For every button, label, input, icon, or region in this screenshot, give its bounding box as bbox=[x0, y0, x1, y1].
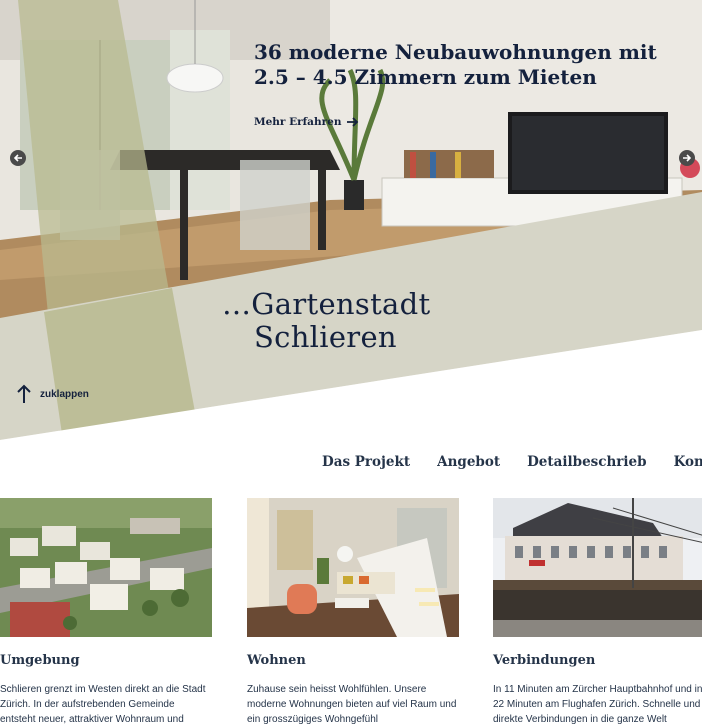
arrow-right-icon bbox=[683, 154, 692, 162]
arrow-right-icon bbox=[347, 117, 359, 127]
more-link-label: Mehr Erfahren bbox=[254, 116, 342, 128]
main-navigation: Das Projekt Angebot Detailbeschrieb Kont… bbox=[322, 454, 702, 470]
more-link[interactable]: Mehr Erfahren bbox=[254, 116, 359, 128]
nav-item-das-projekt[interactable]: Das Projekt bbox=[322, 454, 410, 470]
brand-title: …Gartenstadt Schlieren bbox=[222, 288, 430, 354]
arrow-up-icon bbox=[17, 384, 31, 403]
collapse-button[interactable]: zuklappen bbox=[16, 384, 89, 404]
collapse-label: zuklappen bbox=[40, 388, 89, 400]
nav-item-angebot[interactable]: Angebot bbox=[437, 454, 500, 470]
card-title: Wohnen bbox=[247, 653, 306, 668]
card-umgebung[interactable]: Umgebung Schlieren grenzt im Westen dire… bbox=[0, 498, 212, 727]
aerial-image bbox=[0, 498, 212, 637]
card-image-station[interactable] bbox=[493, 498, 702, 637]
card-wohnen[interactable]: Wohnen Zuhause sein heisst Wohlfühlen. U… bbox=[247, 498, 459, 727]
card-verbindungen[interactable]: Verbindungen In 11 Minuten am Zürcher Ha… bbox=[493, 498, 702, 727]
slider-next-button[interactable] bbox=[679, 150, 695, 166]
card-image-interior[interactable] bbox=[247, 498, 459, 637]
card-title: Verbindungen bbox=[493, 653, 596, 668]
nav-item-detailbeschrieb[interactable]: Detailbeschrieb bbox=[527, 454, 646, 470]
card-title: Umgebung bbox=[0, 653, 80, 668]
card-text: Zuhause sein heisst Wohlfühlen. Unsere m… bbox=[247, 684, 457, 725]
hero-section: 36 moderne Neubauwohnungen mit 2.5 – 4.5… bbox=[0, 0, 702, 440]
hero-headline: 36 moderne Neubauwohnungen mit 2.5 – 4.5… bbox=[254, 40, 657, 89]
card-image-aerial[interactable] bbox=[0, 498, 212, 637]
card-text: In 11 Minuten am Zürcher Hauptbahnhof un… bbox=[493, 684, 702, 725]
station-image bbox=[493, 498, 702, 637]
interior-image bbox=[247, 498, 459, 637]
nav-item-kontakt[interactable]: Kontakt bbox=[674, 454, 702, 470]
brand-line-1: …Gartenstadt bbox=[222, 287, 431, 321]
slider-prev-button[interactable] bbox=[10, 150, 26, 166]
arrow-left-icon bbox=[13, 154, 22, 162]
brand-line-2: Schlieren bbox=[254, 320, 397, 354]
card-text: Schlieren grenzt im Westen direkt an die… bbox=[0, 684, 206, 725]
